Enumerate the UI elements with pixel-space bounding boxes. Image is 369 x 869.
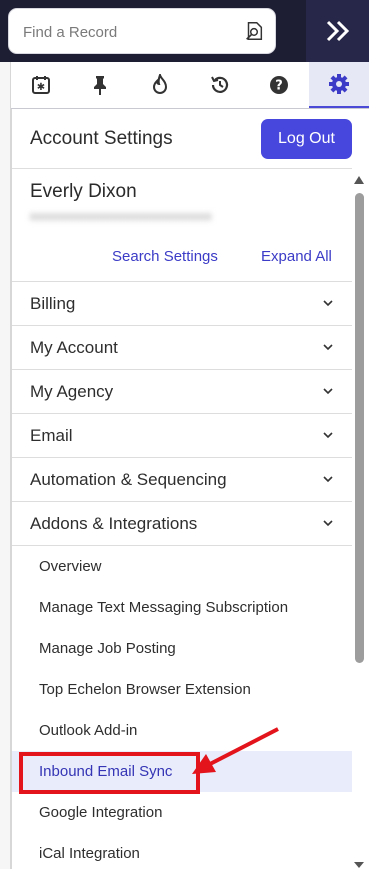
section-email[interactable]: Email <box>12 413 352 457</box>
subitem-label: Outlook Add-in <box>39 722 138 739</box>
chevron-down-icon <box>323 300 333 307</box>
subitem-ical-integration[interactable]: iCal Integration <box>12 833 352 869</box>
search-settings-link[interactable]: Search Settings <box>112 248 218 265</box>
expand-panel-button[interactable] <box>306 0 369 62</box>
chevron-down-icon <box>323 344 333 351</box>
section-label: Addons & Integrations <box>30 514 198 533</box>
logout-button[interactable]: Log Out <box>261 119 352 159</box>
section-my-account[interactable]: My Account <box>12 325 352 369</box>
subitem-label: Inbound Email Sync <box>39 763 173 780</box>
tab-history[interactable] <box>190 62 250 108</box>
section-billing[interactable]: Billing <box>12 281 352 325</box>
subitem-label: iCal Integration <box>39 845 140 862</box>
subitem-label: Google Integration <box>39 804 163 821</box>
subitem-browser-extension[interactable]: Top Echelon Browser Extension <box>12 669 352 710</box>
gear-icon <box>329 74 350 94</box>
section-my-agency[interactable]: My Agency <box>12 369 352 413</box>
search-icon[interactable] <box>243 20 265 42</box>
chevron-down-icon <box>323 476 333 483</box>
subitem-label: Overview <box>39 558 102 575</box>
tab-settings[interactable] <box>309 62 369 108</box>
search-input[interactable] <box>21 9 235 55</box>
subitem-outlook-addin[interactable]: Outlook Add-in <box>12 710 352 751</box>
scroll-down-arrow-icon[interactable] <box>353 861 365 869</box>
subitem-label: Top Echelon Browser Extension <box>39 681 251 698</box>
tab-hot[interactable] <box>130 62 190 108</box>
expand-all-link[interactable]: Expand All <box>261 248 332 265</box>
pushpin-icon <box>94 76 107 95</box>
subitem-label: Manage Text Messaging Subscription <box>39 599 289 616</box>
subitem-manage-text-messaging[interactable]: Manage Text Messaging Subscription <box>12 587 352 628</box>
top-bar <box>0 0 369 62</box>
left-strip <box>0 62 11 869</box>
subitem-label: Manage Job Posting <box>39 640 176 657</box>
flame-icon <box>153 74 168 94</box>
svg-text:?: ? <box>276 79 284 94</box>
chevron-down-icon <box>323 432 333 439</box>
user-name: Everly Dixon <box>30 181 137 202</box>
chevron-down-icon <box>323 520 333 527</box>
user-email-redacted: xxxxxxxxxxxxxxxxxxxxxxxxxxxx <box>30 209 212 223</box>
history-icon <box>210 76 228 93</box>
subitem-overview[interactable]: Overview <box>12 546 352 587</box>
scrollbar-thumb[interactable] <box>355 193 364 663</box>
subitem-inbound-email-sync[interactable]: Inbound Email Sync <box>12 751 352 792</box>
section-label: Automation & Sequencing <box>30 470 227 489</box>
search-box[interactable] <box>8 8 276 55</box>
section-label: Billing <box>30 294 76 313</box>
section-label: Email <box>30 426 73 445</box>
section-addons-integrations[interactable]: Addons & Integrations <box>12 501 352 545</box>
subitem-manage-job-posting[interactable]: Manage Job Posting <box>12 628 352 669</box>
panel-title: Account Settings <box>30 128 173 149</box>
help-icon: ? <box>270 76 289 94</box>
tab-calendar[interactable]: ✱ <box>11 62 71 108</box>
panel-header: Account Settings Log Out <box>12 109 352 169</box>
section-automation-sequencing[interactable]: Automation & Sequencing <box>12 457 352 501</box>
tab-pinned[interactable] <box>71 62 131 108</box>
section-label: My Agency <box>30 382 114 401</box>
svg-text:✱: ✱ <box>37 82 45 93</box>
addons-integrations-subitems: Overview Manage Text Messaging Subscript… <box>12 545 352 869</box>
tab-help[interactable]: ? <box>250 62 310 108</box>
account-settings-panel: Account Settings Log Out Everly Dixon xx… <box>11 109 369 869</box>
calendar-star-icon: ✱ <box>31 76 50 94</box>
subitem-google-integration[interactable]: Google Integration <box>12 792 352 833</box>
scroll-up-arrow-icon[interactable] <box>353 175 365 185</box>
chevron-down-icon <box>323 388 333 395</box>
section-label: My Account <box>30 338 118 357</box>
tab-bar: ✱ ? <box>11 62 369 109</box>
double-chevron-right-icon <box>326 20 349 42</box>
settings-sections: Billing My Account My Agency Email Autom… <box>12 281 352 545</box>
